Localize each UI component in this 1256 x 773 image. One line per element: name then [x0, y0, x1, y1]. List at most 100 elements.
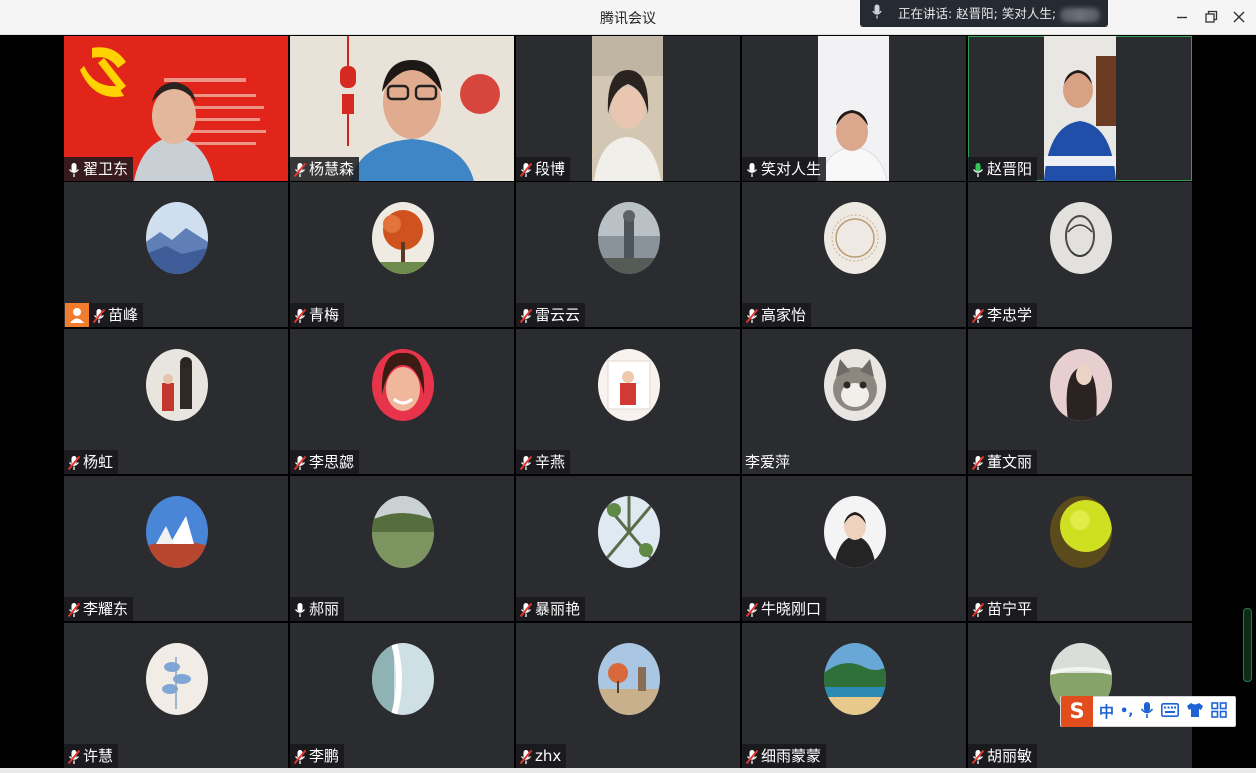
participant-name-tag: 高家怡 [742, 303, 812, 327]
title-bar: 腾讯会议 正在讲话: 赵晋阳; 笑对人生; [0, 0, 1256, 35]
muted-microphone-icon [971, 454, 985, 471]
participant-name: 牛晓刚口 [761, 600, 822, 618]
sogou-logo-icon[interactable]: S [1061, 696, 1093, 727]
participant-name-tag: 董文丽 [968, 450, 1038, 474]
ime-toolbar[interactable]: S 中 •, [1060, 696, 1236, 727]
participant-name-tag: 李忠学 [968, 303, 1038, 327]
participant-name: 郝丽 [309, 600, 340, 618]
muted-microphone-icon [519, 307, 533, 324]
participant-name-tag: 李爱萍 [742, 450, 795, 474]
participant-name: 李鹏 [309, 747, 340, 765]
avatar [824, 496, 886, 568]
participant-tile[interactable]: 笑对人生 [742, 36, 966, 181]
avatar [372, 202, 434, 274]
participant-name: 董文丽 [987, 453, 1033, 471]
participant-tile[interactable]: 许慧 [64, 623, 288, 768]
muted-microphone-icon [293, 161, 307, 178]
video-feed [818, 36, 889, 181]
avatar [598, 349, 660, 421]
avatar [372, 496, 434, 568]
participant-name: 许慧 [83, 747, 114, 765]
participant-name: 高家怡 [761, 306, 807, 324]
participant-name: 李忠学 [987, 306, 1033, 324]
participant-tile[interactable]: 杨虹 [64, 329, 288, 474]
participant-name: 李爱萍 [745, 453, 791, 471]
minimize-button[interactable] [1171, 6, 1193, 28]
microphone-icon[interactable] [1140, 701, 1154, 723]
avatar [598, 202, 660, 274]
participant-tile[interactable]: 段博 [516, 36, 740, 181]
participant-grid: 翟卫东 杨慧森 段博 笑对人生 赵晋阳 苗峰 青梅 雷云云 高家怡 李忠学 杨虹… [63, 35, 1193, 768]
participant-name: 杨慧森 [309, 160, 355, 178]
participant-tile-speaking[interactable]: 赵晋阳 [968, 36, 1192, 181]
participant-tile[interactable]: 高家怡 [742, 182, 966, 327]
host-badge-icon [65, 303, 89, 327]
ime-mode-toggle[interactable]: 中 [1099, 701, 1114, 722]
muted-microphone-icon [519, 748, 533, 765]
participant-name-tag: 雷云云 [516, 303, 586, 327]
participant-tile[interactable]: 翟卫东 [64, 36, 288, 181]
participant-name: 细雨蒙蒙 [761, 747, 822, 765]
participant-tile[interactable]: 辛燕 [516, 329, 740, 474]
muted-microphone-icon [92, 307, 106, 324]
participant-tile[interactable]: 青梅 [290, 182, 514, 327]
participant-tile[interactable]: 李爱萍 [742, 329, 966, 474]
avatar [598, 496, 660, 568]
participant-tile[interactable]: 苗峰 [64, 182, 288, 327]
avatar [824, 349, 886, 421]
avatar [146, 349, 208, 421]
participant-name: 苗峰 [108, 306, 139, 324]
participant-name: 雷云云 [535, 306, 581, 324]
participant-name-tag: 杨虹 [64, 450, 119, 474]
participant-name-tag: 李耀东 [64, 597, 134, 621]
participant-name-tag: 胡丽敏 [968, 744, 1038, 768]
avatar [824, 643, 886, 715]
skin-shirt-icon[interactable] [1186, 702, 1204, 722]
muted-microphone-icon [67, 454, 81, 471]
participant-tile[interactable]: 李鹏 [290, 623, 514, 768]
participant-name-tag: zhx [516, 744, 567, 768]
participant-tile[interactable]: 暴丽艳 [516, 476, 740, 621]
participant-tile[interactable]: 雷云云 [516, 182, 740, 327]
blurred-name-icon [1060, 7, 1101, 22]
avatar [146, 496, 208, 568]
muted-microphone-icon [971, 307, 985, 324]
participant-tile[interactable]: 董文丽 [968, 329, 1192, 474]
participant-tile[interactable]: 李耀东 [64, 476, 288, 621]
participant-tile[interactable]: 苗宁平 [968, 476, 1192, 621]
keyboard-icon[interactable] [1161, 702, 1180, 721]
avatar [1050, 496, 1112, 568]
participant-name-tag: 郝丽 [290, 597, 345, 621]
avatar [372, 349, 434, 421]
participant-name-tag: 翟卫东 [64, 157, 134, 181]
bottom-border [0, 768, 1256, 773]
scrollbar-thumb[interactable] [1243, 608, 1252, 682]
participant-name: 李耀东 [83, 600, 129, 618]
restore-icon [1205, 10, 1218, 23]
participant-name: 李思勰 [309, 453, 355, 471]
participant-tile[interactable]: 牛晓刚口 [742, 476, 966, 621]
close-button[interactable] [1228, 6, 1250, 28]
participant-name: 段博 [535, 160, 566, 178]
ime-punctuation-toggle[interactable]: •, [1120, 704, 1133, 719]
participant-name-tag: 苗宁平 [968, 597, 1038, 621]
participant-tile[interactable]: 李忠学 [968, 182, 1192, 327]
muted-microphone-icon [971, 601, 985, 618]
participant-name-tag: 牛晓刚口 [742, 597, 827, 621]
participant-tile[interactable]: 李思勰 [290, 329, 514, 474]
muted-microphone-icon [293, 748, 307, 765]
participant-name-tag: 杨慧森 [290, 157, 360, 181]
participant-tile[interactable]: 细雨蒙蒙 [742, 623, 966, 768]
speaking-indicator: 正在讲话: 赵晋阳; 笑对人生; [860, 0, 1108, 27]
muted-microphone-icon [971, 748, 985, 765]
participant-tile[interactable]: zhx [516, 623, 740, 768]
participant-tile[interactable]: 杨慧森 [290, 36, 514, 181]
video-feed [1044, 36, 1116, 181]
restore-button[interactable] [1200, 6, 1222, 28]
muted-microphone-icon [519, 454, 533, 471]
participant-name-tag: 李鹏 [290, 744, 345, 768]
participant-name: 赵晋阳 [987, 160, 1033, 178]
participant-tile[interactable]: 郝丽 [290, 476, 514, 621]
grid-menu-icon[interactable] [1211, 701, 1228, 722]
participant-name-tag: 暴丽艳 [516, 597, 586, 621]
